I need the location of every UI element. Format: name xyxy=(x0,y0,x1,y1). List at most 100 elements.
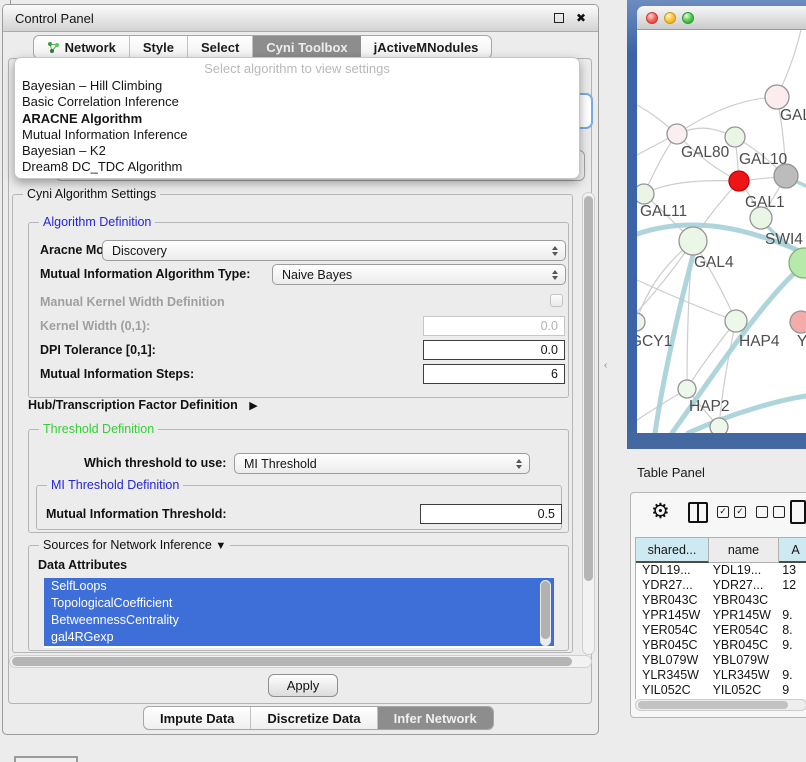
mi-steps-field[interactable]: 6 xyxy=(423,364,565,384)
split-pane-handle[interactable]: ‹ xyxy=(604,360,607,371)
select-checkbox-icon[interactable]: ✓ xyxy=(734,506,746,518)
zoom-traffic-light-icon[interactable] xyxy=(682,12,694,24)
deselect-checkbox-icon[interactable] xyxy=(756,506,768,518)
node-label: HAP2 xyxy=(689,398,730,415)
bottom-tab-impute-data[interactable]: Impute Data xyxy=(144,707,251,729)
network-node-gal1[interactable] xyxy=(729,171,749,191)
table-cell: YLR345W xyxy=(636,668,709,683)
network-node-y[interactable] xyxy=(790,311,806,333)
select-checkbox-icon[interactable]: ✓ xyxy=(717,506,729,518)
tab-jactivemnodules[interactable]: jActiveMNodules xyxy=(361,36,492,58)
apply-button[interactable]: Apply xyxy=(268,674,338,697)
table-row[interactable]: YBR045CYBR045C9. xyxy=(636,638,806,653)
kernel-width-label: Kernel Width (0,1): xyxy=(40,319,150,333)
bottom-tab-infer-network[interactable]: Infer Network xyxy=(378,707,493,729)
aracne-mode-select[interactable]: Discovery xyxy=(102,240,566,261)
network-node-gal11[interactable] xyxy=(637,184,654,204)
attribute-item[interactable]: SelfLoops xyxy=(44,578,554,595)
table-row[interactable]: YDR27...YDR27...12 xyxy=(636,578,806,593)
table-row[interactable]: YIL052CYIL052C9 xyxy=(636,683,806,698)
kernel-width-field[interactable]: 0.0 xyxy=(423,316,565,336)
algorithm-option[interactable]: Bayesian – K2 xyxy=(15,143,579,159)
algorithm-option[interactable]: ARACNE Algorithm xyxy=(15,111,579,127)
close-traffic-light-icon[interactable] xyxy=(646,12,658,24)
mi-threshold-field[interactable]: 0.5 xyxy=(420,504,562,524)
table-row[interactable]: YPR145WYPR145W9. xyxy=(636,608,806,623)
column-header-partial[interactable]: A xyxy=(779,538,806,563)
algorithm-option[interactable]: Dream8 DC_TDC Algorithm xyxy=(15,159,579,175)
table-horizontal-scroll-thumb[interactable] xyxy=(638,701,788,709)
column-header-shared-name[interactable]: shared... xyxy=(636,538,709,563)
settings-horizontal-scroll-thumb[interactable] xyxy=(12,657,572,666)
settings-horizontal-scrollbar[interactable] xyxy=(9,655,592,668)
attribute-item[interactable]: TopologicalCoefficient xyxy=(44,595,554,612)
split-view-icon[interactable] xyxy=(688,502,708,523)
attributes-list[interactable]: SelfLoopsTopologicalCoefficientBetweenne… xyxy=(44,578,554,648)
dpi-tolerance-field[interactable]: 0.0 xyxy=(423,340,565,360)
document-icon[interactable] xyxy=(790,500,806,524)
attributes-scrollbar[interactable] xyxy=(540,580,551,646)
table-horizontal-scrollbar[interactable] xyxy=(635,699,806,711)
network-view-window: GAL7GAL80GAL10GAL1GAL11SWI4GAL4GCY1HAP4Y… xyxy=(627,0,806,449)
expand-right-icon[interactable]: ▶ xyxy=(249,400,257,412)
gear-icon[interactable]: ⚙ xyxy=(651,499,670,523)
sources-group: Sources for Network Inference ▼ Data Att… xyxy=(28,545,569,651)
node-label: GAL80 xyxy=(681,144,730,161)
network-node-gcy1[interactable] xyxy=(637,313,645,331)
network-node-gal10[interactable] xyxy=(725,127,745,147)
table-row[interactable]: YDL19...YDL19...13 xyxy=(636,563,806,578)
data-attributes-label: Data Attributes xyxy=(38,558,127,572)
collapse-down-icon[interactable]: ▼ xyxy=(215,540,226,552)
table-cell: YBR045C xyxy=(636,638,709,653)
table-cell: YER054C xyxy=(709,623,779,638)
algorithm-option[interactable]: Mutual Information Inference xyxy=(15,127,579,143)
network-node-hap2[interactable] xyxy=(678,380,696,398)
mi-type-select[interactable]: Naive Bayes xyxy=(272,264,566,285)
table-cell: 13 xyxy=(778,563,806,578)
network-node[interactable] xyxy=(774,164,798,188)
network-node-gal80[interactable] xyxy=(667,124,687,144)
bottom-tab-discretize-data[interactable]: Discretize Data xyxy=(251,707,377,729)
deselect-checkbox-icon[interactable] xyxy=(773,506,785,518)
algorithm-option[interactable]: Bayesian – Hill Climbing xyxy=(15,78,579,94)
settings-vertical-scroll-thumb[interactable] xyxy=(584,196,593,581)
table-panel: ⚙ ✓ ✓ shared... name A YDL19...YDL19...1… xyxy=(630,492,806,718)
attribute-item[interactable]: gal4RGexp xyxy=(44,629,554,646)
mi-threshold-label: Mutual Information Threshold: xyxy=(46,507,227,521)
settings-vertical-scrollbar[interactable] xyxy=(582,192,595,655)
table-cell: YPR145W xyxy=(709,608,779,623)
network-node-hap4[interactable] xyxy=(725,310,747,332)
network-node[interactable] xyxy=(710,418,728,433)
network-canvas[interactable]: GAL7GAL80GAL10GAL1GAL11SWI4GAL4GCY1HAP4Y… xyxy=(637,30,806,433)
network-window-titlebar xyxy=(637,6,806,30)
which-threshold-select[interactable]: MI Threshold xyxy=(234,453,530,474)
manual-kernel-checkbox[interactable] xyxy=(550,294,563,307)
network-node-gal4[interactable] xyxy=(679,227,707,255)
sources-title[interactable]: Sources for Network Inference ▼ xyxy=(39,538,230,552)
tab-network[interactable]: Network xyxy=(34,36,130,58)
node-label: GAL4 xyxy=(694,254,734,271)
mi-type-value: Naive Bayes xyxy=(282,268,352,282)
table-cell: YBR043C xyxy=(636,593,709,608)
table-cell: YDL19... xyxy=(636,563,709,578)
attributes-scroll-thumb[interactable] xyxy=(541,581,550,639)
column-header-name[interactable]: name xyxy=(709,538,779,563)
algorithm-option[interactable]: Basic Correlation Inference xyxy=(15,94,579,110)
cyni-settings-title: Cyni Algorithm Settings xyxy=(23,187,160,201)
table-row[interactable]: YBR043CYBR043C xyxy=(636,593,806,608)
tab-select[interactable]: Select xyxy=(188,36,253,58)
close-icon[interactable]: ✖ xyxy=(576,13,586,23)
tab-style[interactable]: Style xyxy=(130,36,188,58)
table-row[interactable]: YLR345WYLR345W9. xyxy=(636,668,806,683)
which-threshold-value: MI Threshold xyxy=(244,457,317,471)
table-cell: YER054C xyxy=(636,623,709,638)
table-row[interactable]: YBL079WYBL079W xyxy=(636,653,806,668)
float-window-icon[interactable] xyxy=(554,13,564,23)
network-node-gal7[interactable] xyxy=(765,85,789,109)
network-node-swi4[interactable] xyxy=(750,207,772,229)
minimize-traffic-light-icon[interactable] xyxy=(664,12,676,24)
table-row[interactable]: YER054CYER054C8. xyxy=(636,623,806,638)
hub-definition-toggle[interactable]: Hub/Transcription Factor Definition ▶ xyxy=(28,398,258,412)
tab-cyni-toolbox[interactable]: Cyni Toolbox xyxy=(253,36,360,58)
attribute-item[interactable]: BetweennessCentrality xyxy=(44,612,554,629)
